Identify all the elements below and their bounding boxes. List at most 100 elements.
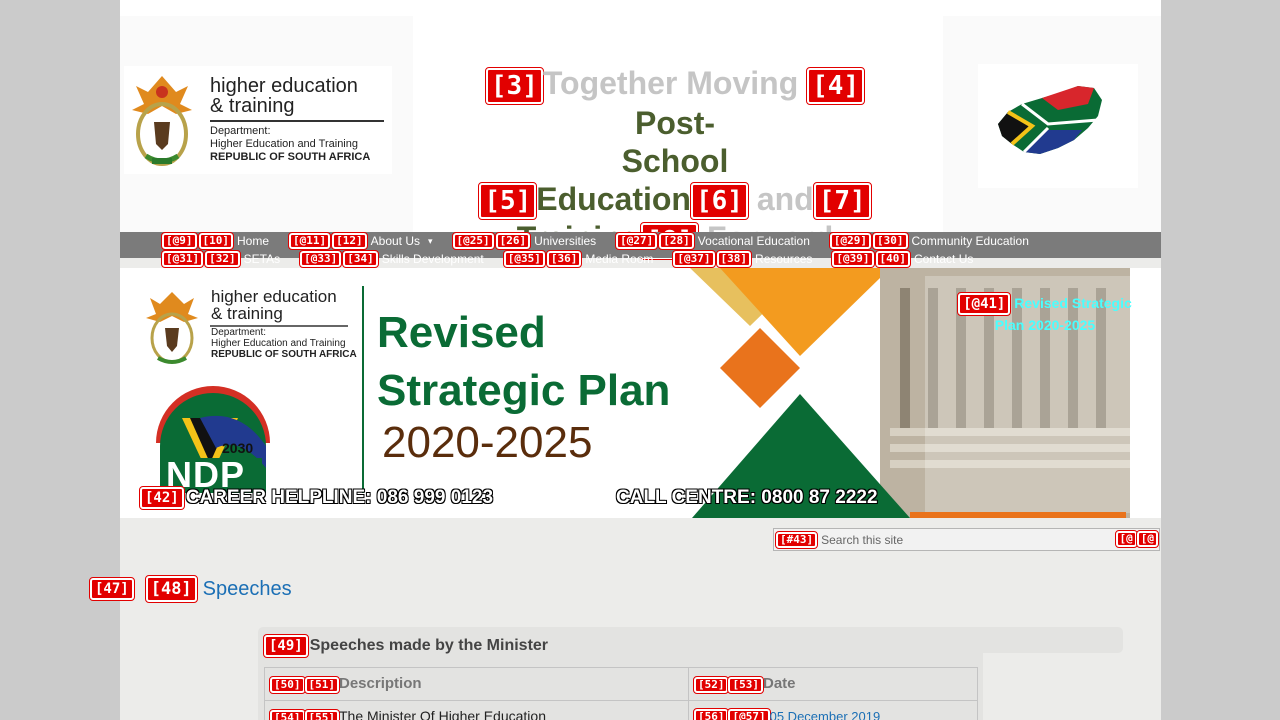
nav-item-label: Home (237, 234, 270, 248)
career-helpline-text: CAREER HELPLINE: 086 999 0123 (185, 487, 494, 508)
top-strip (120, 0, 1161, 16)
main-navigation: [@9] [10] Home [@11] [12] About Us ▾ [@25] [26] U… (120, 232, 1161, 268)
slogan-post[interactable]: Post- (635, 105, 715, 141)
nav-item-about-us[interactable]: [@11] [12] About Us ▾ (288, 232, 433, 250)
speech-date-text: 05 December 2019 (769, 708, 881, 720)
banner-headline-line-1: Revised (377, 308, 546, 357)
table-row: [54] [55] The Minister Of Higher Education… (264, 700, 979, 720)
element-tag: [@11] (288, 232, 332, 250)
search-placeholder: Search this site (821, 532, 904, 547)
element-tag: [@31] (160, 250, 205, 268)
element-tag: [7] (812, 182, 872, 221)
element-tag: [@29] (828, 232, 873, 250)
slogan-and[interactable]: and (757, 181, 814, 217)
banner-logo-line-1: higher education (211, 287, 337, 306)
element-tag: [28] (658, 232, 695, 250)
nav-item-community-education[interactable]: [@29] [30] Community Education (828, 232, 1029, 250)
nav-item-label: Skills Development (381, 252, 484, 266)
table-header-row: [50] [51] Description [52] [53] Date (264, 667, 979, 701)
element-tag: [5] (478, 182, 538, 221)
element-tag: [36] (545, 250, 583, 268)
nav-item-label: Universities (534, 234, 597, 248)
element-tag: [@33] (299, 250, 343, 268)
element-tag: [@41] (957, 292, 1012, 317)
element-tag: [38] (715, 250, 753, 268)
element-tag: [@39] (831, 250, 875, 268)
nav-item-label: Media Room (585, 252, 654, 266)
element-tag: [49] (263, 634, 309, 658)
coat-of-arms-icon (132, 76, 192, 166)
banner-logo-country: REPUBLIC OF SOUTH AFRICA (211, 349, 357, 360)
element-tag: [55] (303, 708, 340, 720)
element-tag: [@37] (672, 250, 716, 268)
element-tag: [#43] (774, 530, 819, 549)
department-logo[interactable]: higher education & training Department: … (124, 66, 392, 174)
banner-logo-dept-name: Higher Education and Training (211, 338, 346, 349)
element-tag: [56] (692, 708, 730, 720)
banner-headline: Revised Strategic Plan (377, 304, 670, 420)
element-tag: [6] (689, 182, 749, 221)
sidebar-card (873, 627, 1123, 653)
south-africa-flag-map[interactable] (978, 64, 1138, 188)
nav-item-label: Vocational Education (697, 234, 810, 248)
nav-item-setas[interactable]: [@31] [32] SETAs (160, 250, 281, 268)
nav-item-universities[interactable]: [@25] [26] Universities (451, 232, 597, 250)
logo-dept-label: Department: (210, 125, 271, 137)
element-tag: [32] (204, 250, 241, 268)
element-tag: [@35] (502, 250, 546, 268)
element-tag: [42] (139, 486, 185, 510)
element-tag: [@27] (615, 232, 659, 250)
element-tag: [54] (269, 708, 306, 720)
call-centre: CALL CENTRE: 0800 87 2222 (616, 487, 878, 509)
search-input[interactable]: [#43] Search this site [@ [@ (773, 528, 1160, 551)
search-buttons: [@ [@ (1114, 530, 1160, 548)
nav-item-label: About Us (370, 234, 420, 248)
career-helpline: [42] CAREER HELPLINE: 086 999 0123 (139, 486, 494, 510)
nav-row-1: [@9] [10] Home [@11] [12] About Us ▾ [@25] [26] U… (161, 232, 1049, 250)
element-tag: [10] (197, 232, 234, 250)
element-tag: [52] (692, 675, 730, 694)
element-tag: [@9] (161, 232, 198, 250)
logo-country: REPUBLIC OF SOUTH AFRICA (210, 151, 371, 163)
speech-description[interactable]: [54] [55] The Minister Of Higher Education (264, 700, 689, 720)
element-tag: [@57] (727, 708, 771, 720)
logo-text: higher education & training Department: … (210, 76, 384, 164)
column-header-label: Description (339, 675, 422, 693)
element-tag: [40] (874, 250, 912, 268)
logo-rule (210, 120, 384, 122)
slogan: [3] Together Moving [4] Post- School [5] Ed… (450, 64, 900, 260)
search-submit-button[interactable]: [@ (1114, 530, 1138, 548)
nav-item-vocational-education[interactable]: [@27] [28] Vocational Education (615, 232, 810, 250)
element-tag: [3] (484, 66, 544, 105)
speech-date[interactable]: [56] [@57] 05 December 2019 (687, 700, 979, 720)
nav-item-label: Resources (755, 252, 813, 266)
element-tag: [@25] (451, 232, 495, 250)
site-header: higher education & training Department: … (120, 16, 1161, 260)
nav-item-media-room[interactable]: [@35] [36] Media Room (502, 250, 654, 268)
nav-item-label: SETAs (243, 252, 281, 266)
nav-item-skills-development[interactable]: [@33] [34] Skills Development (299, 250, 484, 268)
element-tag: [48] (144, 575, 198, 603)
page-title[interactable]: Speeches (203, 578, 292, 601)
logo-line-2: & training (210, 95, 295, 117)
search-options-button[interactable]: [@ (1135, 530, 1160, 548)
speech-description-text: The Minister Of Higher Education (339, 708, 546, 720)
element-tag: [53] (727, 675, 764, 694)
nav-item-resources[interactable]: [@37] [38] Resources (672, 250, 813, 268)
element-tag: [12] (331, 232, 368, 250)
logo-line-1: higher education (210, 75, 358, 97)
card-title-text: Speeches made by the Minister (309, 637, 549, 654)
banner-logo-line-2: & training (211, 304, 283, 323)
nav-item-home[interactable]: [@9] [10] Home (161, 232, 270, 250)
speeches-table: [50] [51] Description [52] [53] Date [54] [55]… (264, 667, 979, 720)
nav-item-label: Contact Us (914, 252, 974, 266)
nav-item-contact-us[interactable]: [@39] [40] Contact Us (831, 250, 974, 268)
chevron-down-icon[interactable]: ▾ (428, 236, 433, 247)
slogan-education[interactable]: Education (536, 181, 691, 217)
call-centre-text: CALL CENTRE: 0800 87 2222 (616, 487, 878, 508)
revised-strategic-plan-link[interactable]: [@41] Revised Strategic Plan 2020-2025 (950, 292, 1140, 335)
element-tag: [30] (872, 232, 909, 250)
slogan-together-moving[interactable]: Together Moving (543, 65, 798, 101)
column-header-description[interactable]: [50] [51] Description (264, 667, 689, 701)
column-header-date[interactable]: [52] [53] Date (687, 667, 979, 701)
